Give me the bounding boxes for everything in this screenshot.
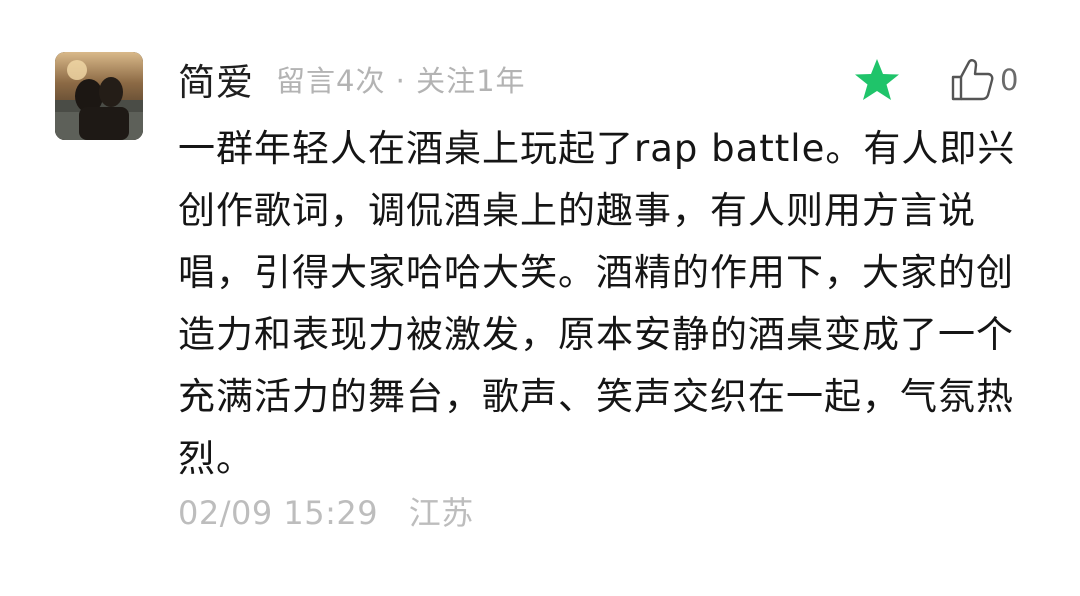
comment-time: 02/09 15:29 [178, 494, 379, 532]
user-meta: 留言4次 · 关注1年 [276, 64, 526, 98]
comment-footer: 02/09 15:29 江苏 [178, 488, 474, 534]
comment-item: 简爱 留言4次 · 关注1年 0 一群年轻人在酒桌上玩起了rap battle。… [0, 0, 1080, 596]
avatar-image [55, 52, 143, 140]
comment-content: 一群年轻人在酒桌上玩起了rap battle。有人即兴创作歌词，调侃酒桌上的趣事… [178, 127, 1016, 480]
nickname[interactable]: 简爱 [178, 52, 254, 106]
star-button[interactable] [852, 56, 902, 104]
star-icon [855, 59, 899, 100]
comment-location: 江苏 [408, 494, 474, 532]
comment-header: 简爱 留言4次 · 关注1年 [178, 52, 526, 106]
like-count: 0 [1000, 63, 1019, 97]
thumbs-up-icon [951, 59, 994, 101]
avatar[interactable] [55, 52, 143, 140]
like-button[interactable]: 0 [950, 56, 1018, 104]
